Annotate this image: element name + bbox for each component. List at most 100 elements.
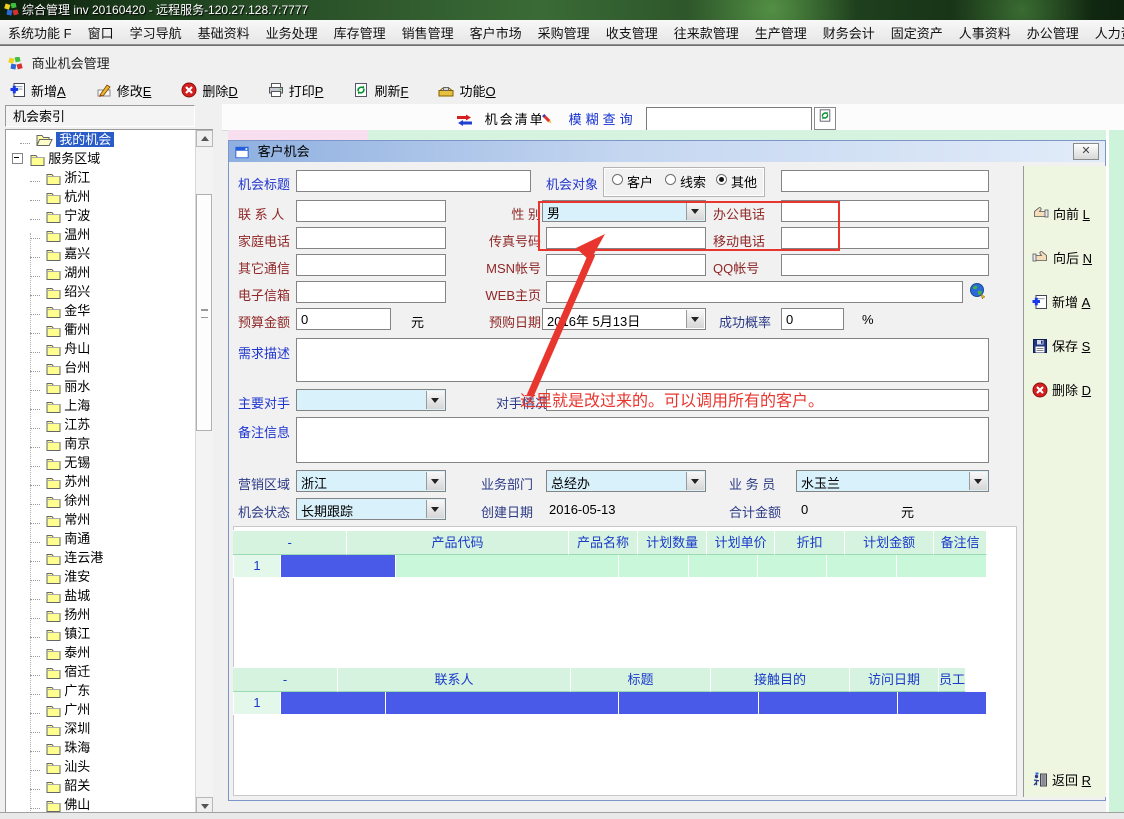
office-phone-input[interactable] [781, 200, 989, 222]
remark-textarea[interactable] [296, 417, 989, 463]
column-header[interactable]: 员工 [939, 667, 966, 692]
menu-item[interactable]: 采购管理 [530, 20, 598, 44]
tree-item-city[interactable]: 广东 [6, 681, 212, 700]
menu-item[interactable]: 财务会计 [815, 20, 883, 44]
product-code-cell[interactable] [281, 555, 396, 578]
panel-add-button[interactable]: 新增 A [1032, 292, 1090, 311]
menu-item[interactable]: 客户市场 [462, 20, 530, 44]
menu-item[interactable]: 人事资料 [951, 20, 1019, 44]
tree-item-city[interactable]: 常州 [6, 510, 212, 529]
column-header[interactable]: 产品代码 [347, 530, 569, 555]
dropdown-arrow-icon[interactable] [686, 310, 704, 328]
search-input[interactable] [646, 107, 812, 131]
competitor-combo[interactable] [296, 389, 446, 411]
column-header[interactable]: 产品名称 [569, 530, 639, 555]
menu-item[interactable]: 办公管理 [1019, 20, 1087, 44]
tree-item-city[interactable]: 连云港 [6, 548, 212, 567]
tree-item-city[interactable]: 苏州 [6, 472, 212, 491]
menu-item[interactable]: 固定资产 [883, 20, 951, 44]
menu-item[interactable]: 窗口 [80, 20, 122, 44]
column-header[interactable]: 标题 [571, 667, 711, 692]
discount-cell[interactable] [758, 555, 827, 578]
tree-item-city[interactable]: 绍兴 [6, 282, 212, 301]
tree-item-city[interactable]: 金华 [6, 301, 212, 320]
product-table-row[interactable]: 1 [233, 555, 987, 578]
tree-item-city[interactable]: 扬州 [6, 605, 212, 624]
status-combo[interactable]: 长期跟踪 [296, 498, 446, 520]
tree-item-city[interactable]: 丽水 [6, 377, 212, 396]
dropdown-arrow-icon[interactable] [426, 472, 444, 490]
tree-item-city[interactable]: 台州 [6, 358, 212, 377]
panel-delete-button[interactable]: 删除 D [1032, 380, 1091, 399]
tree-item-city[interactable]: 盐城 [6, 586, 212, 605]
tree-item-city[interactable]: 淮安 [6, 567, 212, 586]
plan-qty-cell[interactable] [619, 555, 689, 578]
tree-item-city[interactable]: 镇江 [6, 624, 212, 643]
next-button[interactable]: 向后 N [1032, 248, 1092, 267]
menu-item[interactable]: 业务处理 [258, 20, 326, 44]
tree-item-city[interactable]: 徐州 [6, 491, 212, 510]
contact-cell[interactable] [281, 692, 386, 715]
contact-input[interactable] [296, 200, 446, 222]
refresh-button[interactable]: 刷新F [353, 81, 408, 100]
function-button[interactable]: 功能O [438, 81, 495, 100]
tree-item-city[interactable]: 湖州 [6, 263, 212, 282]
menu-item[interactable]: 生产管理 [747, 20, 815, 44]
menu-item[interactable]: 库存管理 [326, 20, 394, 44]
edit-button[interactable]: 修改E [96, 81, 152, 100]
email-input[interactable] [296, 281, 446, 303]
dropdown-arrow-icon[interactable] [426, 391, 444, 409]
salesman-combo[interactable]: 水玉兰 [796, 470, 989, 492]
radio-customer[interactable] [612, 174, 623, 185]
menu-item[interactable]: 学习导航 [122, 20, 190, 44]
dept-combo[interactable]: 总经办 [546, 470, 706, 492]
dropdown-arrow-icon[interactable] [686, 202, 704, 220]
remark-cell[interactable] [897, 555, 987, 578]
dialog-close-button[interactable]: ✕ [1073, 143, 1099, 160]
tree-item-city[interactable]: 无锡 [6, 453, 212, 472]
tree-item-city[interactable]: 泰州 [6, 643, 212, 662]
budget-input[interactable] [296, 308, 391, 330]
tree-item-city[interactable]: 江苏 [6, 415, 212, 434]
tree-item-city[interactable]: 南通 [6, 529, 212, 548]
product-name-cell[interactable] [396, 555, 619, 578]
column-header[interactable]: 计划金额 [845, 530, 934, 555]
success-rate-input[interactable] [781, 308, 844, 330]
tab-fuzzy-query[interactable]: 模糊查询 [540, 109, 637, 128]
previous-button[interactable]: 向前 L [1032, 204, 1090, 223]
plan-amount-cell[interactable] [827, 555, 897, 578]
fax-input[interactable] [546, 227, 706, 249]
region-combo[interactable]: 浙江 [296, 470, 446, 492]
tree-item-city[interactable]: 杭州 [6, 187, 212, 206]
column-header[interactable]: 访问日期 [850, 667, 939, 692]
tree-item-city[interactable]: 宿迁 [6, 662, 212, 681]
tree-item-city[interactable]: 珠海 [6, 738, 212, 757]
globe-icon[interactable] [969, 282, 986, 299]
tree-item-city[interactable]: 宁波 [6, 206, 212, 225]
column-header[interactable]: 接触目的 [711, 667, 850, 692]
tab-refresh-button[interactable] [814, 107, 836, 130]
radio-lead[interactable] [665, 174, 676, 185]
add-button[interactable]: 新增A [10, 81, 66, 100]
tree-item-service-region[interactable]: 服务区域 [6, 149, 212, 168]
mobile-input[interactable] [781, 227, 989, 249]
tree-scrollbar[interactable] [195, 130, 213, 814]
menu-item[interactable]: 收支管理 [598, 20, 666, 44]
radio-customer-label[interactable]: 客户 [627, 172, 653, 191]
menu-item[interactable]: 销售管理 [394, 20, 462, 44]
tree-item-city[interactable]: 衢州 [6, 320, 212, 339]
radio-other[interactable] [716, 174, 727, 185]
column-header[interactable]: 计划单价 [707, 530, 776, 555]
column-header[interactable]: 备注信息 [934, 530, 987, 555]
menu-item[interactable]: 基础资料 [190, 20, 258, 44]
scroll-up-button[interactable] [196, 130, 213, 147]
contact-table-row[interactable]: 1 [233, 692, 987, 715]
menu-item[interactable]: 系统功能 F [0, 20, 80, 44]
tree-item-city[interactable]: 广州 [6, 700, 212, 719]
gender-combo[interactable]: 男 [542, 200, 706, 222]
return-button[interactable]: 返回 R [1032, 770, 1091, 789]
opp-title-input[interactable] [296, 170, 531, 192]
home-phone-input[interactable] [296, 227, 446, 249]
tree-item-city[interactable]: 韶关 [6, 776, 212, 795]
save-button[interactable]: 保存 S [1032, 336, 1090, 355]
